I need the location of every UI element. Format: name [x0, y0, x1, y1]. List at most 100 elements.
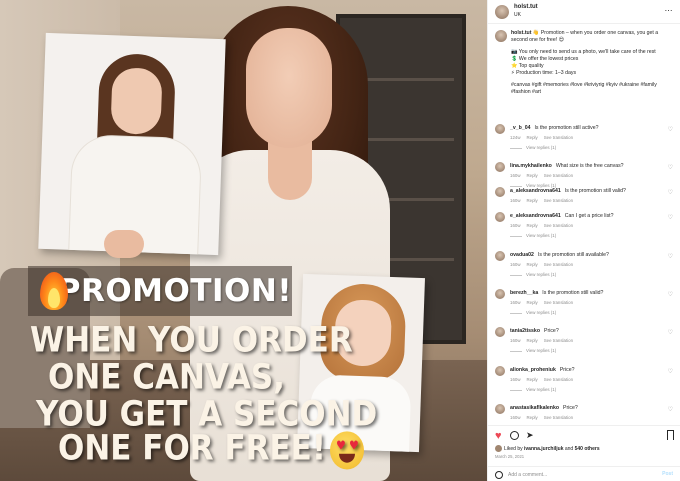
- see-translation-button[interactable]: See translation: [544, 415, 573, 420]
- reply-button[interactable]: Reply: [527, 415, 538, 420]
- comment-username[interactable]: berezh__ka: [510, 290, 538, 296]
- comment-username[interactable]: lina.mykhailenko: [510, 163, 552, 169]
- reply-button[interactable]: Reply: [527, 198, 538, 203]
- comment-text: Price?: [559, 367, 575, 373]
- comment-like-heart-icon[interactable]: ♡: [668, 329, 673, 336]
- woman-hand: [104, 230, 144, 258]
- avatar[interactable]: [495, 212, 505, 222]
- view-replies-button[interactable]: View replies (1): [510, 310, 556, 315]
- avatar[interactable]: [495, 5, 509, 19]
- comment-text: Is the promotion still valid?: [542, 290, 604, 296]
- see-translation-button[interactable]: See translation: [544, 338, 573, 343]
- post-comment-button[interactable]: Post: [662, 471, 673, 477]
- comment-like-heart-icon[interactable]: ♡: [668, 368, 673, 375]
- avatar[interactable]: [495, 187, 505, 197]
- comment-username[interactable]: ovadua02: [510, 252, 534, 258]
- comment-username[interactable]: _v_b_04: [510, 125, 530, 131]
- see-translation-button[interactable]: See translation: [544, 377, 573, 382]
- reply-button[interactable]: Reply: [527, 135, 538, 140]
- comment-like-heart-icon[interactable]: ♡: [668, 291, 673, 298]
- reply-button[interactable]: Reply: [527, 300, 538, 305]
- add-comment-bar: Post: [488, 466, 680, 481]
- comment-like-heart-icon[interactable]: ♡: [668, 189, 673, 196]
- header-location[interactable]: UK: [514, 12, 521, 18]
- comment-time[interactable]: 160w: [510, 173, 521, 178]
- view-replies-button[interactable]: View replies (1): [510, 233, 556, 238]
- view-replies-button[interactable]: View replies (1): [510, 348, 556, 353]
- likes-summary[interactable]: Liked by ivanna.jurchiljuk and 540 other…: [495, 445, 600, 452]
- see-translation-button[interactable]: See translation: [544, 262, 573, 267]
- reply-button[interactable]: Reply: [527, 377, 538, 382]
- caption-line: 👋 Promotion – when you order one canvas,…: [511, 30, 659, 43]
- comment-like-heart-icon[interactable]: ♡: [668, 164, 673, 171]
- comment-time[interactable]: 160w: [510, 223, 521, 228]
- like-heart-icon[interactable]: ♥: [495, 430, 502, 442]
- comment-username[interactable]: alionka_proheniuk: [510, 367, 556, 373]
- comment-time[interactable]: 160w: [510, 338, 521, 343]
- post-date: March 25, 2021: [495, 454, 525, 459]
- comment-icon[interactable]: [510, 431, 519, 440]
- comment-username[interactable]: e_aleksandrovna641: [510, 213, 561, 219]
- avatar[interactable]: [495, 327, 505, 337]
- see-translation-button[interactable]: See translation: [544, 135, 573, 140]
- comment-username[interactable]: anastasikaflkalenko: [510, 405, 559, 411]
- comment-like-heart-icon[interactable]: ♡: [668, 253, 673, 260]
- comment-like-heart-icon[interactable]: ♡: [668, 214, 673, 221]
- comment-like-heart-icon[interactable]: ♡: [668, 126, 673, 133]
- comment-input[interactable]: [508, 470, 648, 480]
- reply-button[interactable]: Reply: [527, 262, 538, 267]
- woman-face: [246, 28, 332, 148]
- comment-like-heart-icon[interactable]: ♡: [668, 406, 673, 413]
- post-image[interactable]: PROMOTION! WHEN YOU ORDER ONE CANVAS, YO…: [0, 0, 487, 481]
- comment-username[interactable]: tania2tissko: [510, 328, 540, 334]
- see-translation-button[interactable]: See translation: [544, 223, 573, 228]
- header-username[interactable]: holst.tut: [514, 4, 538, 10]
- avatar[interactable]: [495, 289, 505, 299]
- reply-button[interactable]: Reply: [527, 173, 538, 178]
- promo-title-banner: PROMOTION!: [28, 266, 292, 316]
- more-options-icon[interactable]: ⋯: [665, 6, 674, 15]
- view-replies-button[interactable]: View replies (1): [510, 272, 556, 277]
- comment-item: berezh__ka Is the promotion still valid? …: [495, 289, 675, 325]
- view-replies-button[interactable]: View replies (1): [510, 387, 556, 392]
- avatar[interactable]: [495, 162, 505, 172]
- view-replies-button[interactable]: View replies (1): [510, 145, 556, 150]
- comment-time[interactable]: 124w: [510, 135, 521, 140]
- promo-title: PROMOTION!: [57, 273, 292, 309]
- heart-eyes-emoji-icon: ♥ ♥: [330, 430, 364, 469]
- reply-button[interactable]: Reply: [527, 338, 538, 343]
- comment-text: What size is the free canvas?: [555, 163, 624, 169]
- caption-username[interactable]: holst.tut: [511, 30, 531, 36]
- emoji-icon[interactable]: [495, 471, 503, 479]
- comment-item: tania2tissko Price? 160w Reply See translat…: [495, 327, 675, 363]
- comment-time[interactable]: 160w: [510, 415, 521, 420]
- avatar[interactable]: [495, 124, 505, 134]
- woman-neck: [268, 140, 312, 200]
- comment-username[interactable]: a_aleksandrovna641: [510, 188, 561, 194]
- promo-line: ONE CANVAS,: [48, 357, 285, 398]
- see-translation-button[interactable]: See translation: [544, 198, 573, 203]
- comment-time[interactable]: 160w: [510, 198, 521, 203]
- reply-button[interactable]: Reply: [527, 223, 538, 228]
- comment-time[interactable]: 160w: [510, 300, 521, 305]
- avatar: [495, 445, 502, 452]
- bookmark-icon[interactable]: [667, 430, 674, 440]
- avatar[interactable]: [495, 404, 505, 414]
- comment-text: Price?: [544, 328, 559, 334]
- avatar[interactable]: [495, 251, 505, 261]
- comment-time[interactable]: 160w: [510, 377, 521, 382]
- see-translation-button[interactable]: See translation: [544, 300, 573, 305]
- post-header: holst.tut UK ⋯: [488, 0, 680, 24]
- comment-item: alionka_proheniuk Price? 160w Reply See tra…: [495, 366, 675, 402]
- see-translation-button[interactable]: See translation: [544, 173, 573, 178]
- caption-line: ⚡ Production time: 1–3 days: [511, 70, 577, 76]
- comment-text: Is the promotion still valid?: [564, 188, 626, 194]
- comment-time[interactable]: 160w: [510, 262, 521, 267]
- post-actions: ♥ ➤ Liked by ivanna.jurchiljuk and 540 o…: [488, 425, 680, 481]
- fire-icon: [34, 270, 68, 312]
- avatar[interactable]: [495, 30, 507, 42]
- share-icon[interactable]: ➤: [526, 430, 534, 441]
- caption-line: 📷 You only need to send us a photo, we'l…: [511, 49, 656, 55]
- avatar[interactable]: [495, 366, 505, 376]
- caption-hashtags[interactable]: #canvas #gift #memories #love #kriviyrig…: [511, 82, 675, 96]
